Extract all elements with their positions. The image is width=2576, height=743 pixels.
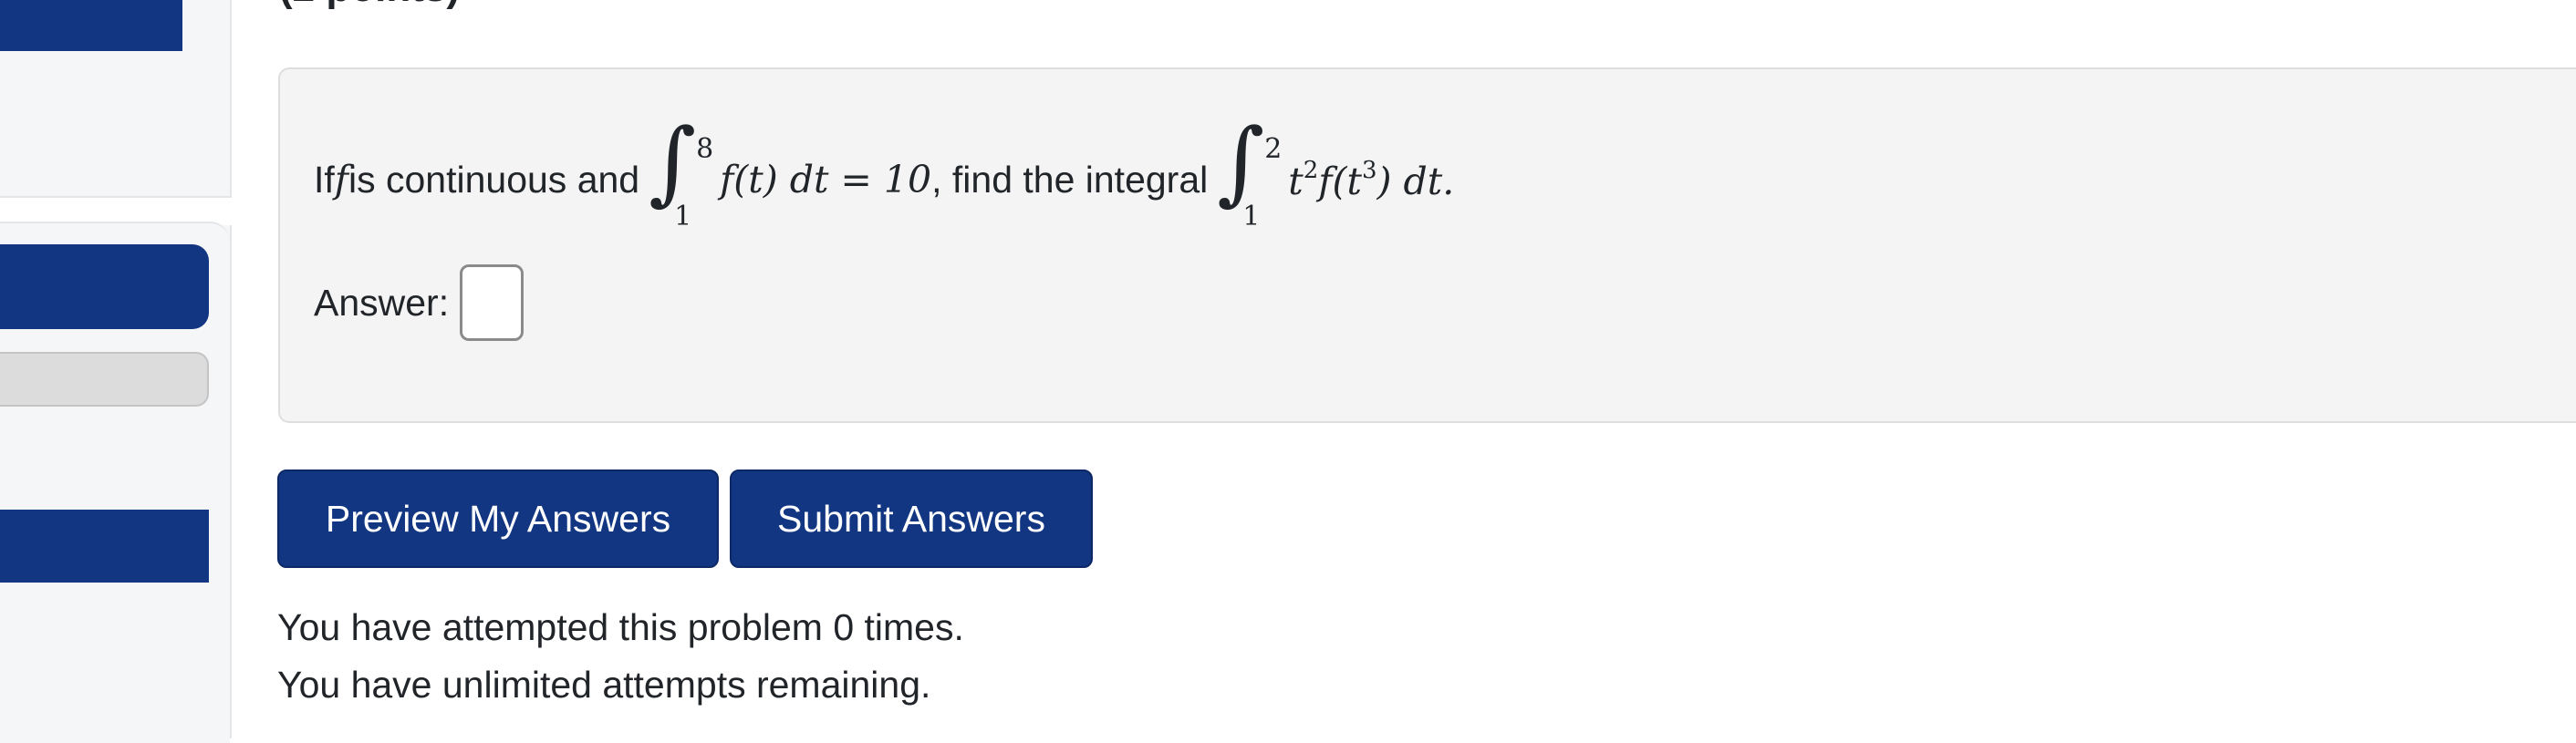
integral-2-expression: t2f(t3) dt. xyxy=(1288,157,1454,203)
expr2-sup-1: 2 xyxy=(1303,156,1319,184)
sidebar-item-link[interactable] xyxy=(0,510,209,583)
attempts-status: You have attempted this problem 0 times. xyxy=(277,606,964,648)
integral-1-upper: 8 xyxy=(696,133,714,165)
problem-box: If f is continuous and ∫ 8 1 f(t) dt = 1… xyxy=(278,67,2576,423)
expr2-sup-2: 3 xyxy=(1361,156,1377,184)
text-continuous: is continuous and xyxy=(348,158,640,201)
answer-label: Answer: xyxy=(314,281,450,324)
math-f: f xyxy=(334,158,348,201)
sidebar-item-disabled[interactable] xyxy=(0,352,209,407)
expr2-mid: f(t xyxy=(1318,159,1362,203)
text-if: If xyxy=(314,158,335,201)
text-find: , find the integral xyxy=(931,158,1209,201)
problem-points-heading: (2 points) xyxy=(279,0,460,11)
remaining-status: You have unlimited attempts remaining. xyxy=(277,664,931,706)
integral-2-lower: 1 xyxy=(1242,201,1261,232)
integral-sign-1: ∫ xyxy=(649,108,697,215)
integral-1-lower: 1 xyxy=(674,201,692,232)
answer-input[interactable] xyxy=(460,264,525,341)
problem-statement: If f is continuous and ∫ 8 1 f(t) dt = 1… xyxy=(314,117,1454,233)
expr2-t: t xyxy=(1288,159,1304,203)
answer-row: Answer: xyxy=(314,264,525,341)
submit-answers-button[interactable]: Submit Answers xyxy=(730,470,1093,568)
integral-1: ∫ 8 1 xyxy=(649,117,714,233)
sidebar-item-active[interactable] xyxy=(0,244,209,329)
preview-answers-button[interactable]: Preview My Answers xyxy=(277,470,719,568)
integral-2: ∫ 2 1 xyxy=(1217,117,1283,233)
integral-2-upper: 2 xyxy=(1264,133,1283,165)
integral-1-expression: f(t) dt = 10 xyxy=(720,158,932,201)
sidebar xyxy=(0,0,232,743)
expr2-end: ) dt. xyxy=(1376,159,1455,203)
integral-sign-2: ∫ xyxy=(1217,108,1265,215)
sidebar-top-link[interactable] xyxy=(0,0,182,51)
